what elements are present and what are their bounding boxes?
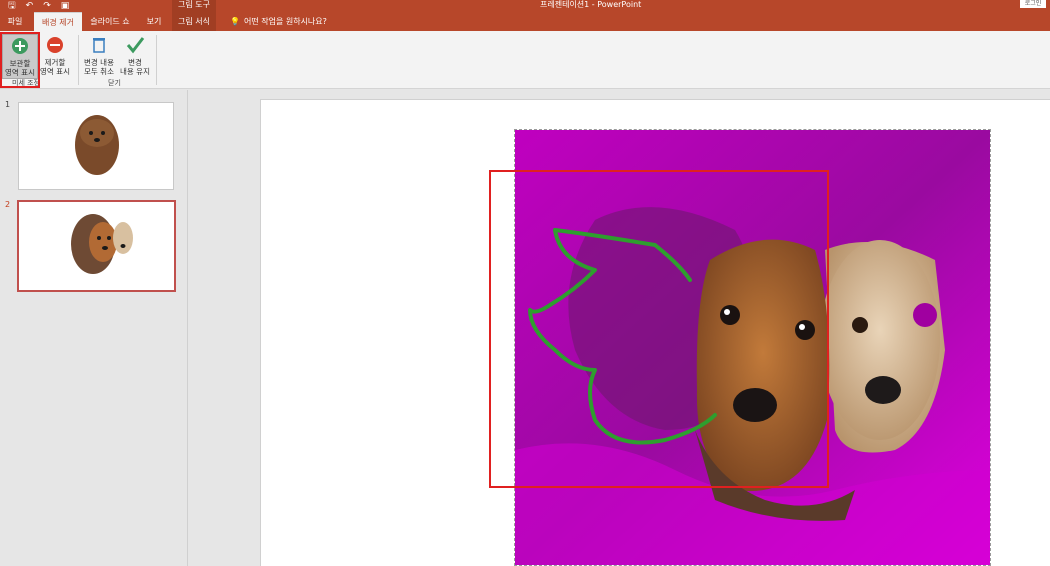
mark-remove-label: 제거할 영역 표시 <box>40 58 70 76</box>
keep-changes-label: 변경 내용 유지 <box>120 58 150 76</box>
dogs-image <box>71 214 133 274</box>
tab-background-removal[interactable]: 배경 제거 <box>34 12 82 31</box>
checkmark-icon <box>126 37 145 54</box>
powerpoint-window: 🖫 ↶ ↷ ▣ 그림 도구 프레젠테이션1 - PowerPoint 로그인 파… <box>0 0 1050 566</box>
slide-thumbnail-2[interactable] <box>17 200 176 292</box>
redo-icon[interactable]: ↷ <box>43 0 51 12</box>
highlight-rectangle <box>489 170 829 488</box>
save-icon[interactable]: 🖫 <box>8 0 16 12</box>
tab-slide-show[interactable]: 슬라이드 쇼 <box>84 12 136 31</box>
tab-file[interactable]: 파일 <box>0 12 30 31</box>
tab-picture-format[interactable]: 그림 서식 <box>172 12 216 31</box>
slide-thumbnail-panel: 1 2 <box>0 90 188 566</box>
trash-icon <box>93 38 105 53</box>
slide-editor <box>189 90 1050 566</box>
slide-number: 1 <box>5 100 11 109</box>
puppy-image <box>75 115 119 175</box>
mark-areas-to-remove-button[interactable]: 제거할 영역 표시 <box>40 34 70 76</box>
title-bar: 🖫 ↶ ↷ ▣ 그림 도구 프레젠테이션1 - PowerPoint 로그인 <box>0 0 1050 12</box>
keep-changes-button[interactable]: 변경 내용 유지 <box>118 34 152 76</box>
group-separator <box>78 35 79 85</box>
discard-all-label: 변경 내용 모두 취소 <box>84 58 114 76</box>
tell-me-text: 어떤 작업을 원하시나요? <box>243 17 327 26</box>
tell-me-box[interactable]: 💡 어떤 작업을 원하시나요? <box>230 12 327 31</box>
slide-thumbnail-1[interactable] <box>18 102 174 190</box>
lightbulb-icon: 💡 <box>230 17 240 26</box>
document-title: 프레젠테이션1 - PowerPoint <box>540 0 642 9</box>
group-separator <box>156 35 157 85</box>
group-label-close: 닫기 <box>108 79 121 87</box>
slide-number: 2 <box>5 200 11 209</box>
discard-all-changes-button[interactable]: 변경 내용 모두 취소 <box>82 34 116 76</box>
ribbon: 보관할 영역 표시 제거할 영역 표시 미세 조정 변경 내용 모두 취소 변경… <box>0 31 1050 89</box>
ribbon-tab-bar: 파일 배경 제거 슬라이드 쇼 보기 그림 서식 💡 어떤 작업을 원하시나요? <box>0 12 1050 31</box>
highlight-box-mark-keep <box>0 32 40 88</box>
quick-access-toolbar: 🖫 ↶ ↷ ▣ <box>8 0 69 12</box>
context-tool-group-label: 그림 도구 <box>172 0 216 12</box>
undo-icon[interactable]: ↶ <box>26 0 34 12</box>
minus-circle-icon <box>47 37 63 53</box>
sign-in-button[interactable]: 로그인 <box>1020 0 1046 8</box>
tab-view[interactable]: 보기 <box>138 12 170 31</box>
slide-canvas[interactable] <box>260 99 1050 566</box>
present-icon[interactable]: ▣ <box>61 0 70 12</box>
